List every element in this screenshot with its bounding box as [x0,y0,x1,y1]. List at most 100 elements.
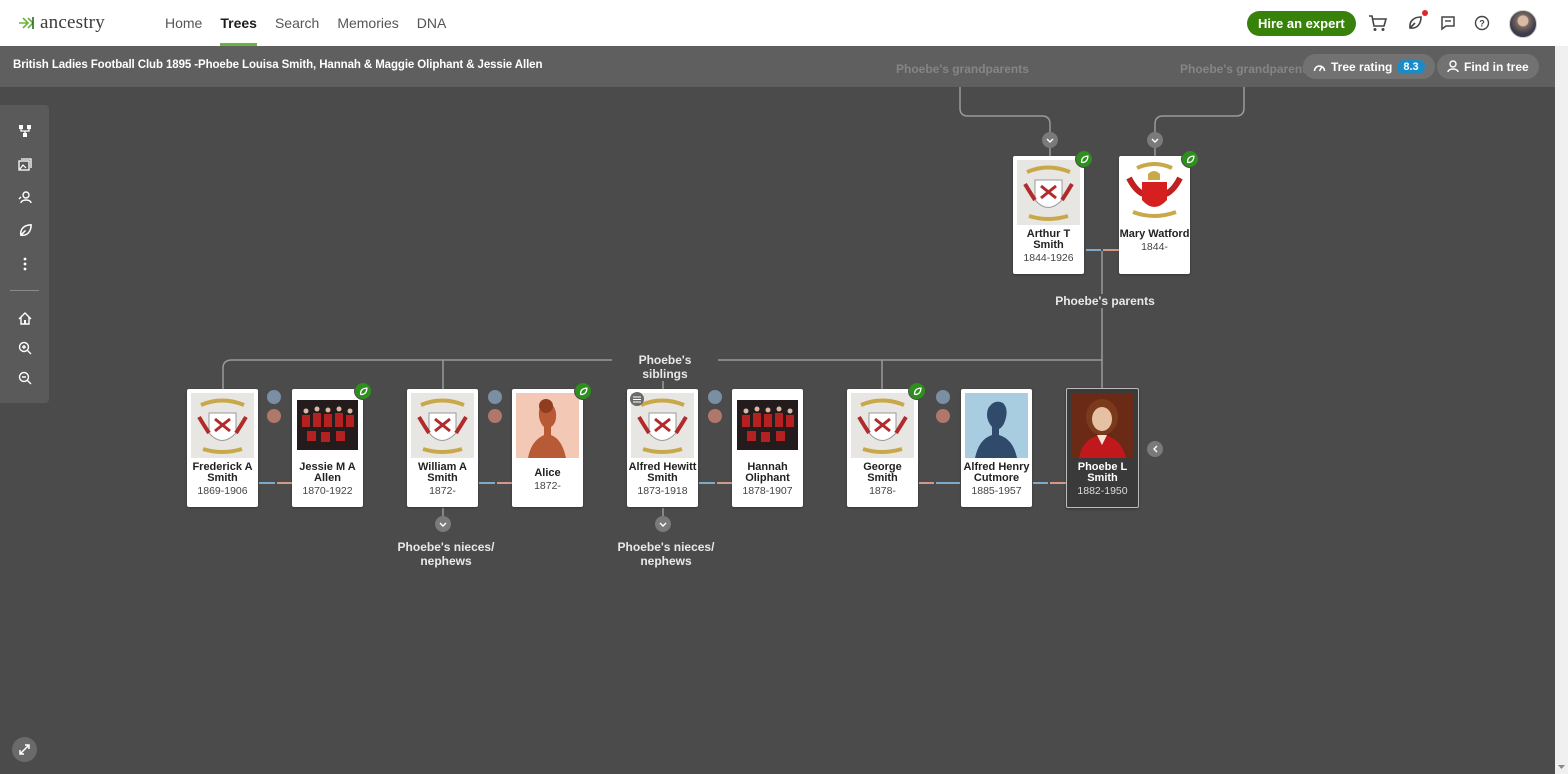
siblings-label: Phoebe's siblings [612,353,718,381]
vertical-scrollbar[interactable] [1555,46,1568,774]
female-avatar-icon[interactable] [708,409,722,423]
more-options-icon[interactable] [14,253,36,275]
male-avatar-icon[interactable] [708,390,722,404]
person-card-mary-watford[interactable]: Mary Watford 1844- [1119,156,1190,274]
media-gallery-icon[interactable] [14,153,36,175]
expand-parents-chevron[interactable] [1147,132,1163,148]
tree-toolbar [0,105,49,403]
person-dates: 1869-1906 [197,485,248,497]
person-name: Phoebe L Smith 1882-1950 [1067,461,1138,498]
person-card-hannah-oliphant[interactable]: Hannah Oliphant 1878-1907 [732,389,803,507]
chevron-down-icon [439,522,447,527]
hint-leaf-badge[interactable] [908,382,926,400]
person-name: Mary Watford 1844- [1119,228,1190,254]
person-name-text: Hannah Oliphant [745,461,790,484]
home-person-icon[interactable] [14,307,36,329]
expand-children-button[interactable] [1147,441,1163,457]
person-name-text: Mary Watford [1119,228,1190,240]
list-icon[interactable] [630,392,644,406]
nieces-nephews-label: Phoebe's nieces/ nephews [388,540,504,568]
portrait-photo-image [1071,393,1134,458]
leaf-icon [1186,154,1195,163]
expand-arrows-icon [19,744,30,755]
zoom-out-icon[interactable] [14,367,36,389]
expand-parents-chevron[interactable] [1042,132,1058,148]
leaf-icon [913,386,922,395]
person-name-text: Phoebe L Smith [1077,461,1128,484]
person-dates: 1878-1907 [742,485,793,497]
expand-nieces-chevron[interactable] [655,516,671,532]
tree-view-icon[interactable] [14,120,36,142]
chevron-down-icon [659,522,667,527]
leaf-icon [359,386,368,395]
coat-of-arms-image [191,393,254,458]
coat-of-arms-image [1123,160,1186,225]
male-silhouette-image [965,393,1028,458]
person-card-arthur-smith[interactable]: Arthur T Smith 1844-1926 [1013,156,1084,274]
person-card-alfred-hewitt-smith[interactable]: Alfred Hewitt Smith 1873-1918 [627,389,698,507]
person-name: Frederick A Smith 1869-1906 [187,461,258,498]
person-name: Alfred Hewitt Smith 1873-1918 [627,461,698,498]
female-avatar-icon[interactable] [936,409,950,423]
person-name-text: Arthur T Smith [1026,228,1071,251]
female-silhouette-image [516,393,579,458]
coat-of-arms-image [1017,160,1080,225]
person-card-alfred-henry-cutmore[interactable]: Alfred Henry Cutmore 1885-1957 [961,389,1032,507]
person-name: George Smith 1878- [847,462,918,498]
person-name: Jessie M A Allen 1870-1922 [292,461,363,498]
expand-nieces-chevron[interactable] [435,516,451,532]
parents-label: Phoebe's parents [1052,294,1158,308]
person-card-alice[interactable]: Alice 1872- [512,389,583,507]
person-search-icon[interactable] [14,186,36,208]
scroll-down-arrow-icon[interactable] [1555,762,1568,772]
team-photo-image [296,393,359,458]
person-name: Alice 1872- [512,467,583,493]
leaf-icon [579,386,588,395]
person-card-frederick-smith[interactable]: Frederick A Smith 1869-1906 [187,389,258,507]
person-card-george-smith[interactable]: George Smith 1878- [847,389,918,507]
person-name: Arthur T Smith 1844-1926 [1013,228,1084,265]
toolbar-divider [10,290,39,291]
person-dates: 1844- [1141,241,1168,253]
female-avatar-icon[interactable] [267,409,281,423]
nieces-nephews-label: Phoebe's nieces/ nephews [608,540,724,568]
chevron-down-icon [1046,138,1054,143]
person-card-jessie-allen[interactable]: Jessie M A Allen 1870-1922 [292,389,363,507]
hint-leaf-badge[interactable] [1181,150,1199,168]
zoom-in-icon[interactable] [14,337,36,359]
person-name-text: Jessie M A Allen [299,461,356,484]
person-dates: 1873-1918 [637,485,688,497]
coat-of-arms-image [411,393,474,458]
person-name: Hannah Oliphant 1878-1907 [732,461,803,498]
person-dates: 1872- [534,480,561,492]
person-dates: 1882-1950 [1077,485,1128,497]
male-avatar-icon[interactable] [488,390,502,404]
person-name-text: Alfred Hewitt Smith [628,461,697,484]
male-avatar-icon[interactable] [936,390,950,404]
person-dates: 1872- [429,485,456,497]
hints-leaf-icon[interactable] [14,219,36,241]
person-card-william-smith[interactable]: William A Smith 1872- [407,389,478,507]
person-name-text: Alfred Henry Cutmore [963,461,1030,484]
chevron-down-icon [1151,138,1159,143]
person-name: Alfred Henry Cutmore 1885-1957 [961,461,1032,498]
hint-leaf-badge[interactable] [574,382,592,400]
male-avatar-icon[interactable] [267,390,281,404]
person-dates: 1878- [869,485,896,497]
tree-connectors [222,87,1245,516]
person-card-phoebe-smith-focus[interactable]: Phoebe L Smith 1882-1950 [1066,388,1139,508]
person-name-text: Frederick A Smith [192,461,253,484]
person-dates: 1885-1957 [971,485,1022,497]
female-avatar-icon[interactable] [488,409,502,423]
hint-leaf-badge[interactable] [1075,150,1093,168]
chevron-left-icon [1152,445,1157,453]
person-dates: 1870-1922 [302,485,353,497]
leaf-icon [1080,154,1089,163]
fullscreen-button[interactable] [12,737,37,762]
person-dates: 1844-1926 [1023,252,1074,264]
hint-leaf-badge[interactable] [354,382,372,400]
person-name-text: Alice [534,467,561,479]
coat-of-arms-image [851,393,914,458]
person-name: William A Smith 1872- [407,461,478,498]
person-name-text: William A Smith [417,461,467,484]
